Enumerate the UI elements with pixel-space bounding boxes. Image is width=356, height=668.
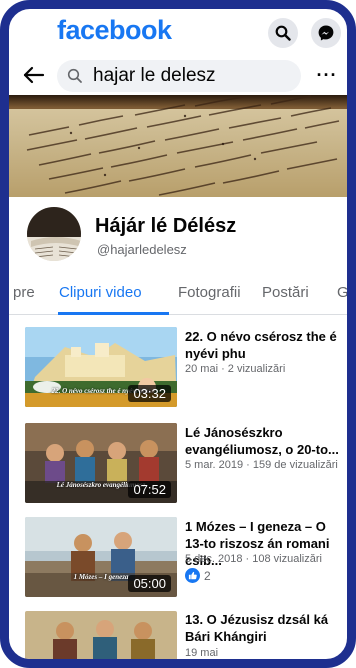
- video-meta: 5 dec. 2018 · 108 vizualizări: [185, 553, 322, 565]
- video-item[interactable]: 13. O Jézusisz dzsál ká Bári Khángiri 19…: [9, 607, 347, 659]
- search-query: hajar le delesz: [93, 65, 216, 86]
- video-meta: 20 mai · 2 vizualizări: [185, 363, 286, 375]
- messenger-button[interactable]: [311, 18, 341, 48]
- video-duration: 07:52: [128, 481, 171, 498]
- tab-about[interactable]: pre: [13, 284, 35, 301]
- avatar-book-image: [27, 207, 81, 261]
- search-button[interactable]: [268, 18, 298, 48]
- video-thumbnail[interactable]: [25, 611, 177, 659]
- screen: facebook hajar le delesz ··· Hájár lé Dé…: [9, 9, 347, 659]
- reaction-count[interactable]: 2: [185, 568, 211, 583]
- back-button[interactable]: [21, 63, 47, 87]
- page-name[interactable]: Hájár lé Délész: [95, 215, 236, 238]
- search-row: hajar le delesz ···: [9, 55, 347, 95]
- messenger-icon: [318, 25, 334, 41]
- video-duration: 05:00: [128, 575, 171, 592]
- video-item[interactable]: 1 Mózes – I geneza 05:00 1 Mózes – I gen…: [9, 515, 347, 603]
- video-item[interactable]: 22. O névo csérosz the é nyévi phu 03:32…: [9, 325, 347, 409]
- video-title[interactable]: Lé Jánosészkro evangéliumosz, o 20-to...: [185, 424, 343, 458]
- search-input[interactable]: hajar le delesz: [57, 60, 301, 92]
- facebook-logo[interactable]: facebook: [57, 15, 172, 46]
- back-arrow-icon: [23, 66, 45, 84]
- thumbnail-illustration: [25, 611, 177, 659]
- video-thumbnail[interactable]: 22. O névo csérosz the é nyévi phu 03:32: [25, 327, 177, 407]
- tab-photos[interactable]: Fotografii: [178, 284, 241, 301]
- video-title[interactable]: 13. O Jézusisz dzsál ká Bári Khángiri: [185, 611, 343, 645]
- search-icon: [275, 25, 291, 41]
- cover-photo[interactable]: [9, 95, 347, 197]
- top-bar: facebook: [9, 9, 347, 57]
- video-thumbnail[interactable]: 1 Mózes – I geneza 05:00: [25, 517, 177, 597]
- video-title[interactable]: 22. O névo csérosz the é nyévi phu: [185, 328, 343, 362]
- more-options-button[interactable]: ···: [315, 61, 339, 89]
- like-icon: [185, 568, 200, 583]
- video-duration: 03:32: [128, 385, 171, 402]
- profile-tabs: pre Clipuri video Fotografii Postări G: [9, 271, 347, 315]
- tab-posts[interactable]: Postări: [262, 284, 309, 301]
- video-meta: 5 mar. 2019 · 159 de vizualizări: [185, 459, 338, 471]
- like-count: 2: [204, 568, 211, 583]
- cover-book-image: [26, 95, 340, 196]
- active-tab-indicator: [58, 312, 169, 315]
- profile-avatar[interactable]: [25, 205, 83, 263]
- tab-videos[interactable]: Clipuri video: [59, 284, 142, 301]
- video-thumbnail[interactable]: Lé Jánosészkro evangéliumosz 07:52: [25, 423, 177, 503]
- page-handle: @hajarledelesz: [97, 242, 187, 257]
- search-icon: [67, 68, 82, 83]
- video-meta: 19 mai: [185, 647, 219, 659]
- video-item[interactable]: Lé Jánosészkro evangéliumosz 07:52 Lé Já…: [9, 421, 347, 507]
- device-frame: facebook hajar le delesz ··· Hájár lé Dé…: [0, 0, 356, 668]
- tab-more[interactable]: G: [337, 284, 347, 301]
